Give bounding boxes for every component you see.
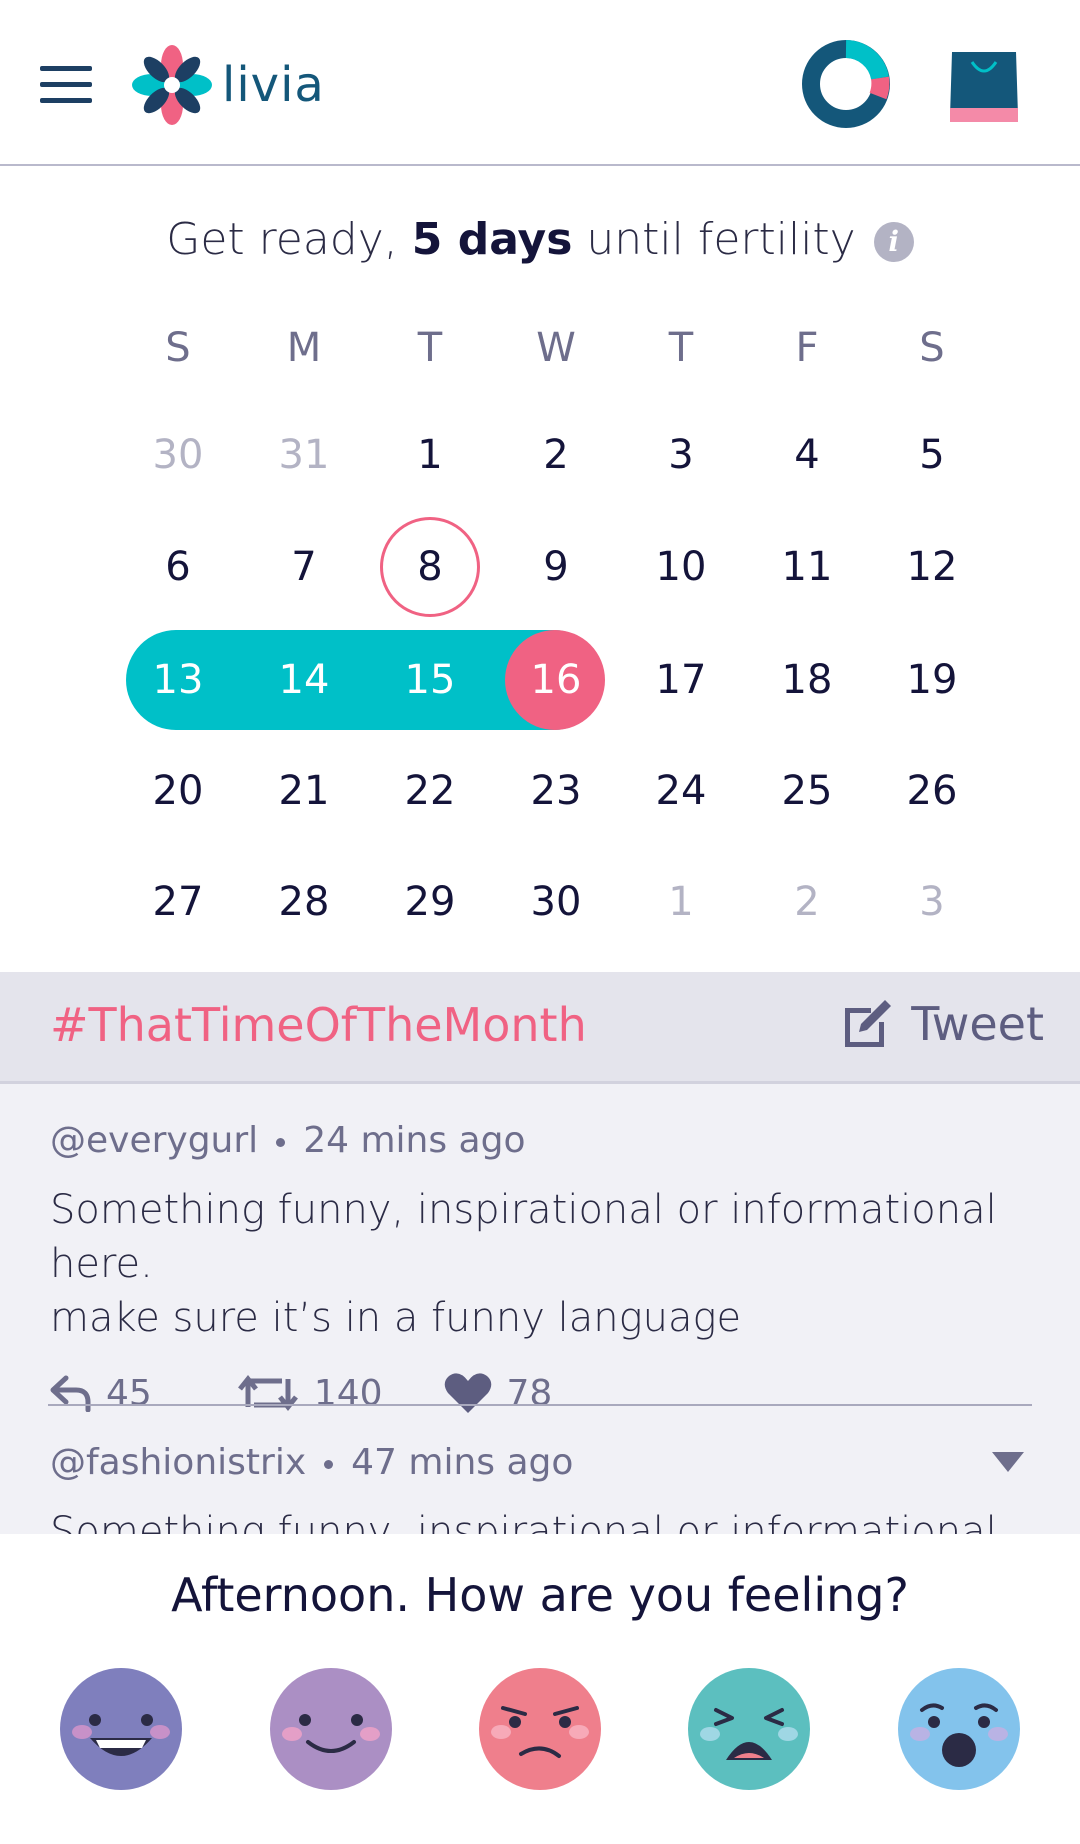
tweet-text-line: make sure it’s in a funny language <box>50 1295 742 1341</box>
weekday-label: W <box>536 325 576 371</box>
calendar-day[interactable]: 31 <box>254 405 354 505</box>
calendar-day[interactable]: 20 <box>128 741 228 841</box>
calendar-day[interactable]: 30 <box>506 852 606 952</box>
calendar-day[interactable]: 4 <box>757 405 857 505</box>
retweet-icon <box>237 1374 298 1412</box>
banner-suffix: until fertility <box>572 214 856 265</box>
calendar-day[interactable]: 6 <box>128 517 228 617</box>
info-icon[interactable]: i <box>873 222 914 262</box>
calendar-day[interactable]: 14 <box>254 630 354 730</box>
weekday-label: T <box>417 325 443 371</box>
distressed-face-icon[interactable] <box>688 1668 810 1790</box>
tweet-button-label: Tweet <box>911 997 1044 1051</box>
happy-face-icon[interactable] <box>60 1668 182 1790</box>
calendar-day[interactable]: 29 <box>380 852 480 952</box>
tweet-divider <box>48 1404 1032 1406</box>
like-count: 78 <box>506 1372 553 1414</box>
tweet-item[interactable]: @fashionistrix 47 mins ago Something funn… <box>50 1442 1040 1534</box>
weekday-label: S <box>165 325 191 371</box>
heart-icon <box>444 1373 491 1413</box>
retweet-action[interactable]: 140 <box>236 1373 383 1414</box>
tweet-meta: @fashionistrix 47 mins ago <box>50 1442 1040 1483</box>
calendar-day[interactable]: 22 <box>380 741 480 841</box>
tweet-text-line: Something funny, inspirational or inform… <box>50 1509 997 1534</box>
calendar-day[interactable]: 18 <box>757 630 857 730</box>
banner-prefix: Get ready, <box>166 214 412 265</box>
surprised-face-icon[interactable] <box>898 1668 1020 1790</box>
app-header: livia <box>0 0 1080 166</box>
calendar-day[interactable]: 16 <box>506 630 606 730</box>
calendar-day[interactable]: 27 <box>128 852 228 952</box>
retweet-count: 140 <box>313 1372 383 1414</box>
calendar-day[interactable]: 1 <box>380 405 480 505</box>
mood-panel: Afternoon. How are you feeling? <box>0 1534 1080 1844</box>
cycle-progress-icon[interactable] <box>800 38 892 130</box>
calendar-day[interactable]: 2 <box>757 852 857 952</box>
tweet-time: 47 mins ago <box>351 1442 574 1483</box>
calendar-day[interactable]: 1 <box>631 852 731 952</box>
tweet-time: 24 mins ago <box>303 1120 526 1161</box>
calendar-day[interactable]: 13 <box>128 630 228 730</box>
tweet-handle[interactable]: @everygurl <box>50 1120 258 1161</box>
banner-days: 5 days <box>411 214 573 265</box>
calendar-day[interactable]: 23 <box>506 741 606 841</box>
calendar-day[interactable]: 21 <box>254 741 354 841</box>
calendar-day[interactable]: 24 <box>631 741 731 841</box>
tweet-text-line: Something funny, inspirational or inform… <box>50 1187 997 1287</box>
shopping-bag-icon[interactable] <box>948 46 1020 124</box>
tweet-text: Something funny, inspirational or inform… <box>50 1505 1040 1534</box>
reply-count: 45 <box>106 1372 152 1414</box>
calendar-day[interactable]: 15 <box>380 630 480 730</box>
tweet-text: Something funny, inspirational or inform… <box>50 1183 1040 1345</box>
weekday-label: S <box>919 325 945 371</box>
calendar-day[interactable]: 3 <box>631 405 731 505</box>
content-face-icon[interactable] <box>270 1668 392 1790</box>
tweet-item[interactable]: @everygurl 24 mins ago Something funny, i… <box>50 1120 1040 1415</box>
app-name: livia <box>222 57 325 113</box>
calendar-day[interactable]: 8 <box>380 517 480 617</box>
like-action[interactable]: 78 <box>443 1371 553 1415</box>
calendar-day[interactable]: 28 <box>254 852 354 952</box>
tweet-list[interactable]: @everygurl 24 mins ago Something funny, i… <box>0 1084 1080 1534</box>
app-logo: livia <box>130 40 360 130</box>
weekday-label: M <box>286 325 322 371</box>
tweet-actions: 45 140 78 <box>50 1371 1040 1415</box>
annoyed-face-icon[interactable] <box>479 1668 601 1790</box>
calendar-day[interactable]: 3 <box>882 852 982 952</box>
calendar-day[interactable]: 5 <box>882 405 982 505</box>
expand-chevron-down-icon[interactable] <box>992 1452 1024 1472</box>
calendar-day[interactable]: 19 <box>882 630 982 730</box>
compose-icon <box>845 1000 892 1047</box>
mood-question: Afternoon. How are you feeling? <box>171 1568 909 1622</box>
tweet-button[interactable]: Tweet <box>841 994 1044 1054</box>
fertility-banner: Get ready, 5 days until fertility i <box>0 214 1080 274</box>
calendar-day[interactable]: 10 <box>631 517 731 617</box>
hashtag[interactable]: #ThatTimeOfTheMonth <box>50 998 587 1052</box>
flower-logo-icon <box>132 45 212 125</box>
tweet-meta: @everygurl 24 mins ago <box>50 1120 1040 1161</box>
calendar-day[interactable]: 9 <box>506 517 606 617</box>
menu-icon[interactable] <box>40 66 92 103</box>
reply-action[interactable]: 45 <box>50 1373 152 1414</box>
calendar-day[interactable]: 30 <box>128 405 228 505</box>
calendar-day[interactable]: 7 <box>254 517 354 617</box>
calendar-day[interactable]: 26 <box>882 741 982 841</box>
calendar-day[interactable]: 25 <box>757 741 857 841</box>
twitter-feed-header: #ThatTimeOfTheMonth Tweet <box>0 972 1080 1084</box>
calendar-day[interactable]: 2 <box>506 405 606 505</box>
tweet-handle[interactable]: @fashionistrix <box>50 1442 306 1483</box>
calendar-day[interactable]: 11 <box>757 517 857 617</box>
calendar-day[interactable]: 12 <box>882 517 982 617</box>
reply-icon <box>50 1375 91 1412</box>
calendar-day[interactable]: 17 <box>631 630 731 730</box>
weekday-label: F <box>795 325 819 371</box>
weekday-label: T <box>668 325 694 371</box>
